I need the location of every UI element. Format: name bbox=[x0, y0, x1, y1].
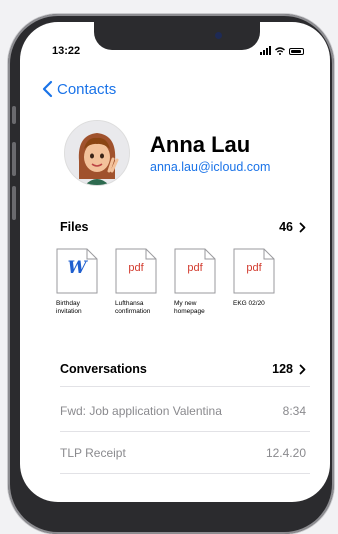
pdf-document-icon: pdf bbox=[115, 248, 157, 294]
avatar[interactable] bbox=[64, 120, 130, 186]
wifi-icon bbox=[275, 47, 285, 55]
file-label: Birthday invitation bbox=[56, 300, 82, 315]
word-document-icon: W bbox=[56, 248, 98, 294]
file-label: Lufthansa confirmation bbox=[115, 300, 151, 315]
status-time: 13:22 bbox=[52, 45, 81, 57]
phone-screen: 13:22 Contacts Anna Lau anna.lau@icloud.… bbox=[20, 22, 330, 502]
files-count-link[interactable]: 46 bbox=[279, 220, 306, 234]
file-label: EKG 02/20 bbox=[233, 300, 265, 307]
pdf-document-icon: pdf bbox=[233, 248, 275, 294]
divider bbox=[60, 386, 310, 387]
conversation-time: 12.4.20 bbox=[265, 446, 306, 460]
file-glyph: pdf bbox=[187, 262, 203, 274]
volume-up-button bbox=[12, 142, 16, 176]
file-item[interactable]: W Birthday invitation bbox=[56, 248, 100, 316]
contact-name: Anna Lau bbox=[150, 132, 251, 157]
divider bbox=[60, 431, 310, 432]
file-label: My new homepage bbox=[174, 300, 205, 315]
back-label: Contacts bbox=[57, 80, 117, 98]
memoji-avatar-icon bbox=[65, 121, 129, 185]
conversation-title[interactable]: TLP Receipt bbox=[60, 446, 126, 460]
conversation-time: 8:34 bbox=[282, 404, 306, 418]
conversations-section-title: Conversations bbox=[60, 362, 147, 376]
file-glyph: W bbox=[67, 258, 87, 278]
files-list: W Birthday invitation pdf Lufthansa confir… bbox=[56, 248, 277, 316]
conversation-title[interactable]: Fwd: Job application Valentina bbox=[60, 404, 222, 418]
conversations-count-link[interactable]: 128 bbox=[272, 362, 306, 376]
back-button[interactable]: Contacts bbox=[42, 80, 116, 98]
volume-down-button bbox=[12, 186, 16, 220]
contact-email[interactable]: anna.lau@icloud.com bbox=[150, 160, 270, 174]
pdf-document-icon: pdf bbox=[174, 248, 216, 294]
battery-icon bbox=[289, 48, 304, 55]
chevron-right-icon bbox=[299, 364, 306, 374]
files-section-title: Files bbox=[60, 220, 89, 234]
file-item[interactable]: pdf Lufthansa confirmation bbox=[115, 248, 159, 316]
file-item[interactable]: pdf My new homepage bbox=[174, 248, 218, 316]
mute-switch bbox=[12, 106, 16, 124]
files-count: 46 bbox=[279, 220, 293, 234]
divider bbox=[60, 473, 310, 474]
status-icons bbox=[260, 46, 304, 55]
chevron-right-icon bbox=[299, 222, 306, 232]
camera bbox=[215, 32, 222, 39]
file-glyph: pdf bbox=[128, 262, 144, 274]
signal-icon bbox=[260, 46, 271, 55]
notch bbox=[94, 22, 260, 50]
file-item[interactable]: pdf EKG 02/20 bbox=[233, 248, 277, 316]
chevron-left-icon bbox=[42, 80, 53, 98]
conversations-count: 128 bbox=[272, 362, 293, 376]
file-glyph: pdf bbox=[246, 262, 262, 274]
